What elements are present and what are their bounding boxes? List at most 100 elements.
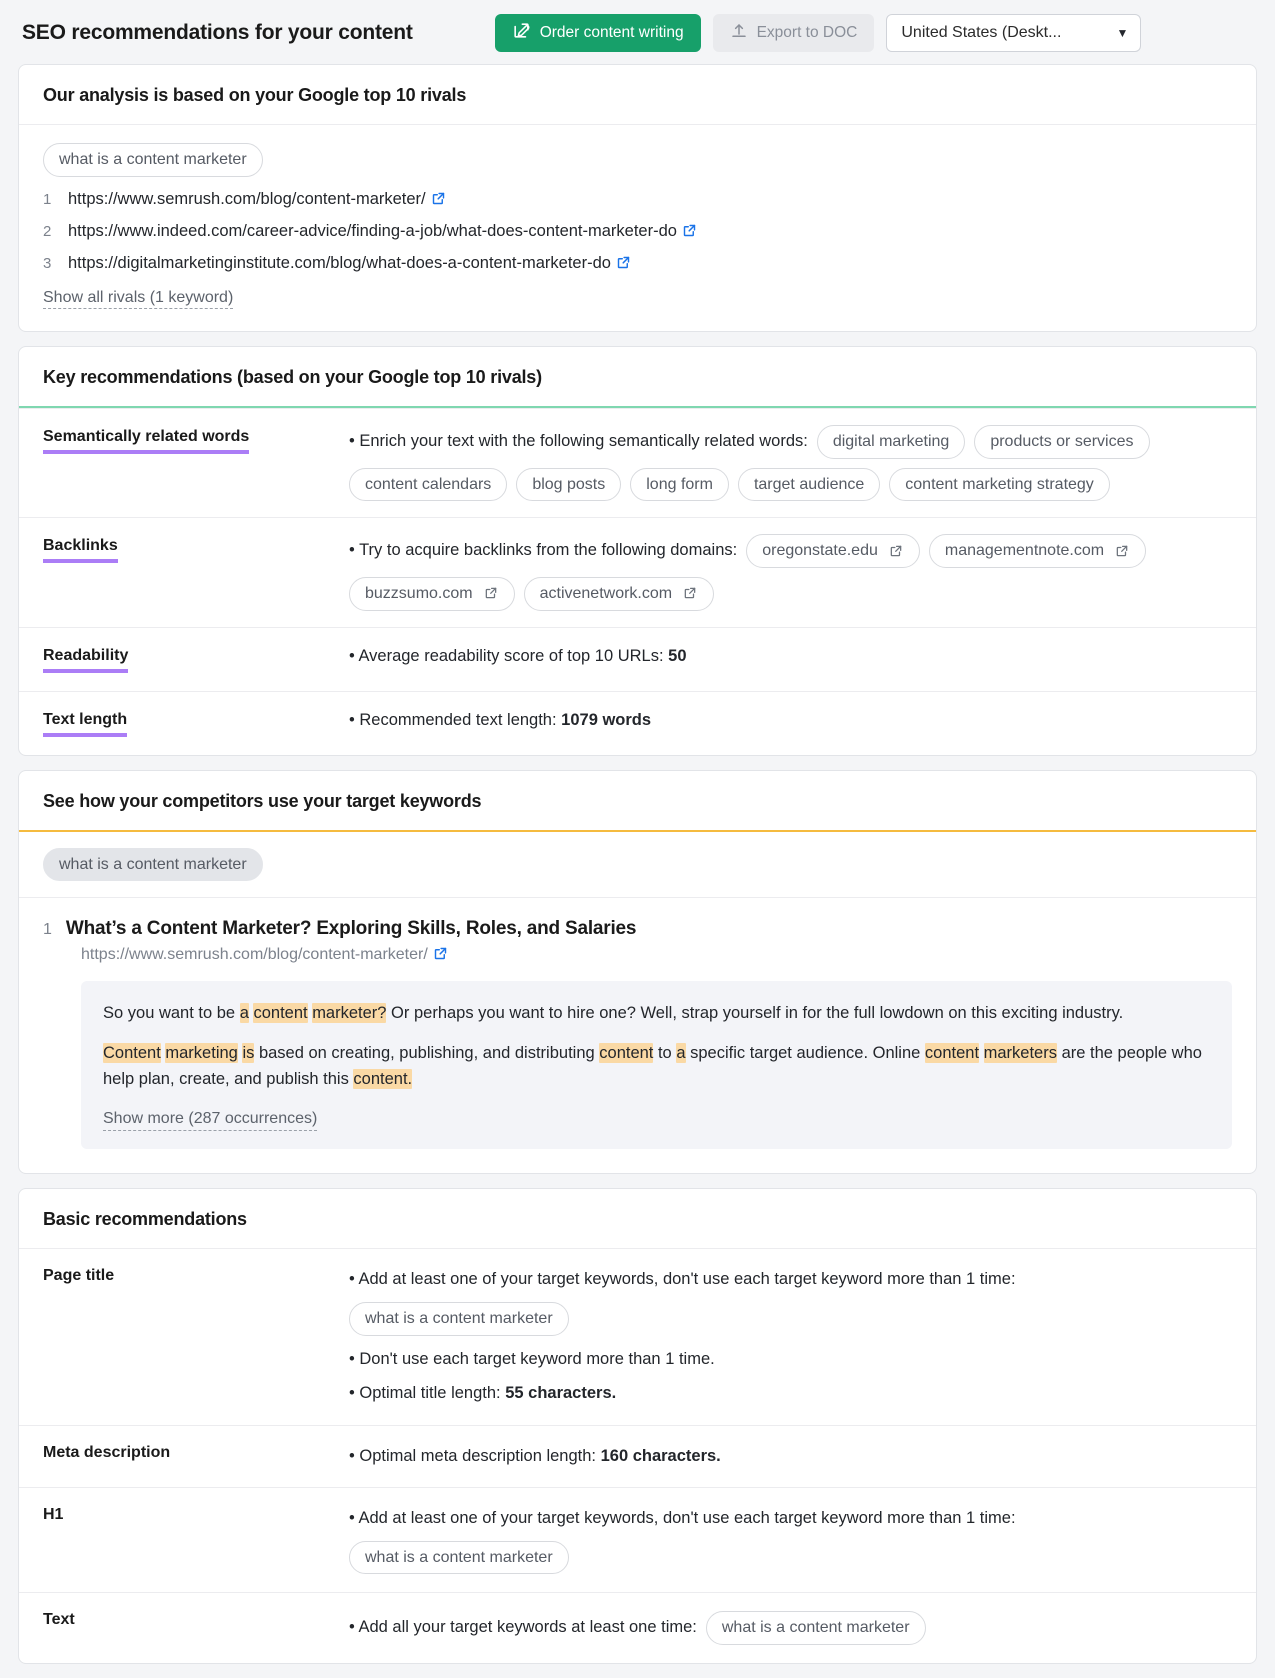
external-link-icon[interactable]	[1115, 544, 1130, 559]
locale-device-value: United States (Deskt...	[901, 24, 1062, 41]
text-length-lead: Recommended text length:	[359, 710, 557, 729]
snippet-paragraph: So you want to be a content marketer? Or…	[103, 1003, 1124, 1024]
basic-recommendation-label: Meta description	[43, 1443, 171, 1461]
snippet-paragraph: Content marketing is based on creating, …	[103, 1043, 1202, 1090]
highlighted-keyword: content	[599, 1043, 654, 1064]
chevron-down-icon: ▼	[1116, 26, 1129, 40]
edit-square-icon	[512, 21, 531, 45]
export-to-doc-label: Export to DOC	[756, 24, 858, 41]
semantic-word-chip[interactable]: content marketing strategy	[889, 467, 1110, 502]
competitors-card: See how your competitors use your target…	[18, 769, 1257, 1175]
rival-row: 2 https://www.indeed.com/career-advice/f…	[43, 222, 1232, 241]
highlighted-keyword: content	[253, 1003, 308, 1024]
semantic-word-chip[interactable]: blog posts	[516, 467, 622, 502]
basic-recommendations-card: Basic recommendations Page title Add at …	[18, 1188, 1257, 1664]
semantic-word-chip[interactable]: content calendars	[349, 467, 508, 502]
upload-icon	[730, 22, 748, 45]
locale-device-select[interactable]: United States (Deskt... ▼	[886, 14, 1142, 52]
competitor-title[interactable]: What’s a Content Marketer? Exploring Ski…	[66, 918, 637, 940]
highlighted-keyword: Content	[103, 1043, 161, 1064]
key-recommendation-value-cell: Enrich your text with the following sema…	[349, 409, 1256, 517]
semantic-word-chip[interactable]: long form	[630, 467, 729, 502]
basic-recommendation-value-cell: Optimal meta description length: 160 cha…	[349, 1426, 1256, 1488]
key-recommendation-value-cell: Recommended text length: 1079 words	[349, 692, 1256, 755]
readability-value: 50	[668, 646, 687, 665]
order-content-writing-button[interactable]: Order content writing	[494, 14, 701, 52]
highlighted-keyword: content.	[353, 1069, 413, 1090]
highlighted-keyword: content	[924, 1043, 980, 1064]
target-keyword-chip[interactable]: what is a content marketer	[349, 1540, 569, 1575]
backlink-domain-chip[interactable]: activenetwork.com	[523, 576, 715, 611]
rivals-card-title: Our analysis is based on your Google top…	[19, 65, 1256, 125]
target-keyword-chip[interactable]: what is a content marketer	[349, 1301, 569, 1336]
key-recommendations-title: Key recommendations (based on your Googl…	[19, 347, 1256, 409]
basic-recommendation-value-cell: Add at least one of your target keywords…	[349, 1249, 1256, 1424]
rivals-card: Our analysis is based on your Google top…	[18, 64, 1257, 333]
backlink-domain-chip[interactable]: buzzsumo.com	[349, 576, 515, 611]
highlighted-keyword: marketers	[983, 1043, 1057, 1064]
competitors-keyword-pill[interactable]: what is a content marketer	[43, 847, 263, 882]
basic-recommendation-row-h1: H1 Add at least one of your target keywo…	[19, 1487, 1256, 1592]
key-recommendation-row-backlinks: Backlinks Try to acquire backlinks from …	[19, 517, 1256, 626]
target-keyword-chip[interactable]: what is a content marketer	[705, 1611, 926, 1645]
rival-url[interactable]: https://www.semrush.com/blog/content-mar…	[68, 190, 446, 209]
export-to-doc-button[interactable]: Export to DOC	[712, 14, 875, 52]
external-link-icon[interactable]	[889, 544, 904, 559]
optimal-title-length-value: 55 characters.	[505, 1384, 617, 1403]
optimal-title-length-label: Optimal title length:	[359, 1384, 501, 1403]
show-more-occurrences-link[interactable]: Show more (287 occurrences)	[103, 1108, 318, 1131]
basic-bullet: Don't use each target keyword more than …	[349, 1347, 1232, 1373]
basic-recommendation-value-cell: Add all your target keywords at least on…	[349, 1593, 1256, 1663]
key-recommendation-label: Semantically related words	[43, 427, 250, 455]
order-content-writing-label: Order content writing	[539, 24, 684, 41]
external-link-icon[interactable]	[616, 255, 631, 270]
backlinks-chip-flow: Try to acquire backlinks from the follow…	[349, 534, 1232, 611]
highlighted-keyword: marketing	[165, 1043, 238, 1064]
semantic-word-chip[interactable]: target audience	[737, 467, 881, 502]
external-link-icon[interactable]	[433, 946, 448, 961]
rivals-keyword-pill[interactable]: what is a content marketer	[43, 143, 263, 177]
page-header: SEO recommendations for your content Ord…	[0, 0, 1275, 64]
basic-recommendation-value-cell: Add at least one of your target keywords…	[349, 1488, 1256, 1592]
show-all-rivals-link[interactable]: Show all rivals (1 keyword)	[43, 287, 234, 310]
external-link-icon[interactable]	[683, 586, 698, 601]
basic-recommendation-row-text: Text Add all your target keywords at lea…	[19, 1592, 1256, 1663]
competitor-url[interactable]: https://www.semrush.com/blog/content-mar…	[81, 946, 1232, 964]
competitor-index: 1	[43, 921, 52, 939]
key-recommendation-label-cell: Readability	[19, 628, 349, 691]
highlighted-keyword: a	[676, 1043, 686, 1064]
rival-url[interactable]: https://digitalmarketinginstitute.com/bl…	[68, 254, 631, 273]
text-length-line: Recommended text length: 1079 words	[349, 708, 1232, 734]
readability-line: Average readability score of top 10 URLs…	[349, 644, 1232, 670]
readability-lead: Average readability score of top 10 URLs…	[358, 646, 664, 665]
highlighted-keyword: a	[239, 1003, 249, 1024]
backlinks-lead: Try to acquire backlinks from the follow…	[349, 538, 737, 564]
key-recommendation-row-semantic-words: Semantically related words Enrich your t…	[19, 408, 1256, 517]
highlighted-keyword: marketer?	[312, 1003, 387, 1024]
basic-bullet: Optimal title length: 55 characters.	[349, 1381, 1232, 1407]
key-recommendation-value-cell: Try to acquire backlinks from the follow…	[349, 518, 1256, 626]
basic-recommendations-title: Basic recommendations	[43, 1209, 247, 1230]
backlink-domain-chip[interactable]: managementnote.com	[928, 534, 1147, 568]
competitors-card-title: See how your competitors use your target…	[19, 771, 1256, 832]
backlink-domain-chip[interactable]: oregonstate.edu	[746, 534, 920, 568]
rival-url[interactable]: https://www.indeed.com/career-advice/fin…	[68, 222, 697, 241]
rival-index: 1	[43, 190, 52, 208]
external-link-icon[interactable]	[682, 223, 697, 238]
rival-row: 3 https://digitalmarketinginstitute.com/…	[43, 254, 1232, 273]
semantic-words-chip-flow: Enrich your text with the following sema…	[349, 425, 1232, 502]
key-recommendation-label-cell: Semantically related words	[19, 409, 349, 517]
competitor-header: 1 What’s a Content Marketer? Exploring S…	[43, 918, 1232, 940]
basic-bullet: Optimal meta description length: 160 cha…	[349, 1444, 1232, 1470]
external-link-icon[interactable]	[484, 586, 499, 601]
text-length-value: 1079 words	[561, 710, 652, 729]
rival-row: 1 https://www.semrush.com/blog/content-m…	[43, 190, 1232, 209]
basic-recommendation-row-meta-description: Meta description Optimal meta descriptio…	[19, 1424, 1256, 1488]
semantic-word-chip[interactable]: products or services	[974, 425, 1150, 459]
competitors-keyword-bar: what is a content marketer	[19, 832, 1256, 899]
external-link-icon[interactable]	[431, 191, 446, 206]
key-recommendation-label-cell: Text length	[19, 692, 349, 755]
highlighted-keyword: is	[242, 1043, 255, 1064]
semantic-word-chip[interactable]: digital marketing	[816, 425, 966, 459]
basic-bullet: Add at least one of your target keywords…	[349, 1267, 1232, 1293]
